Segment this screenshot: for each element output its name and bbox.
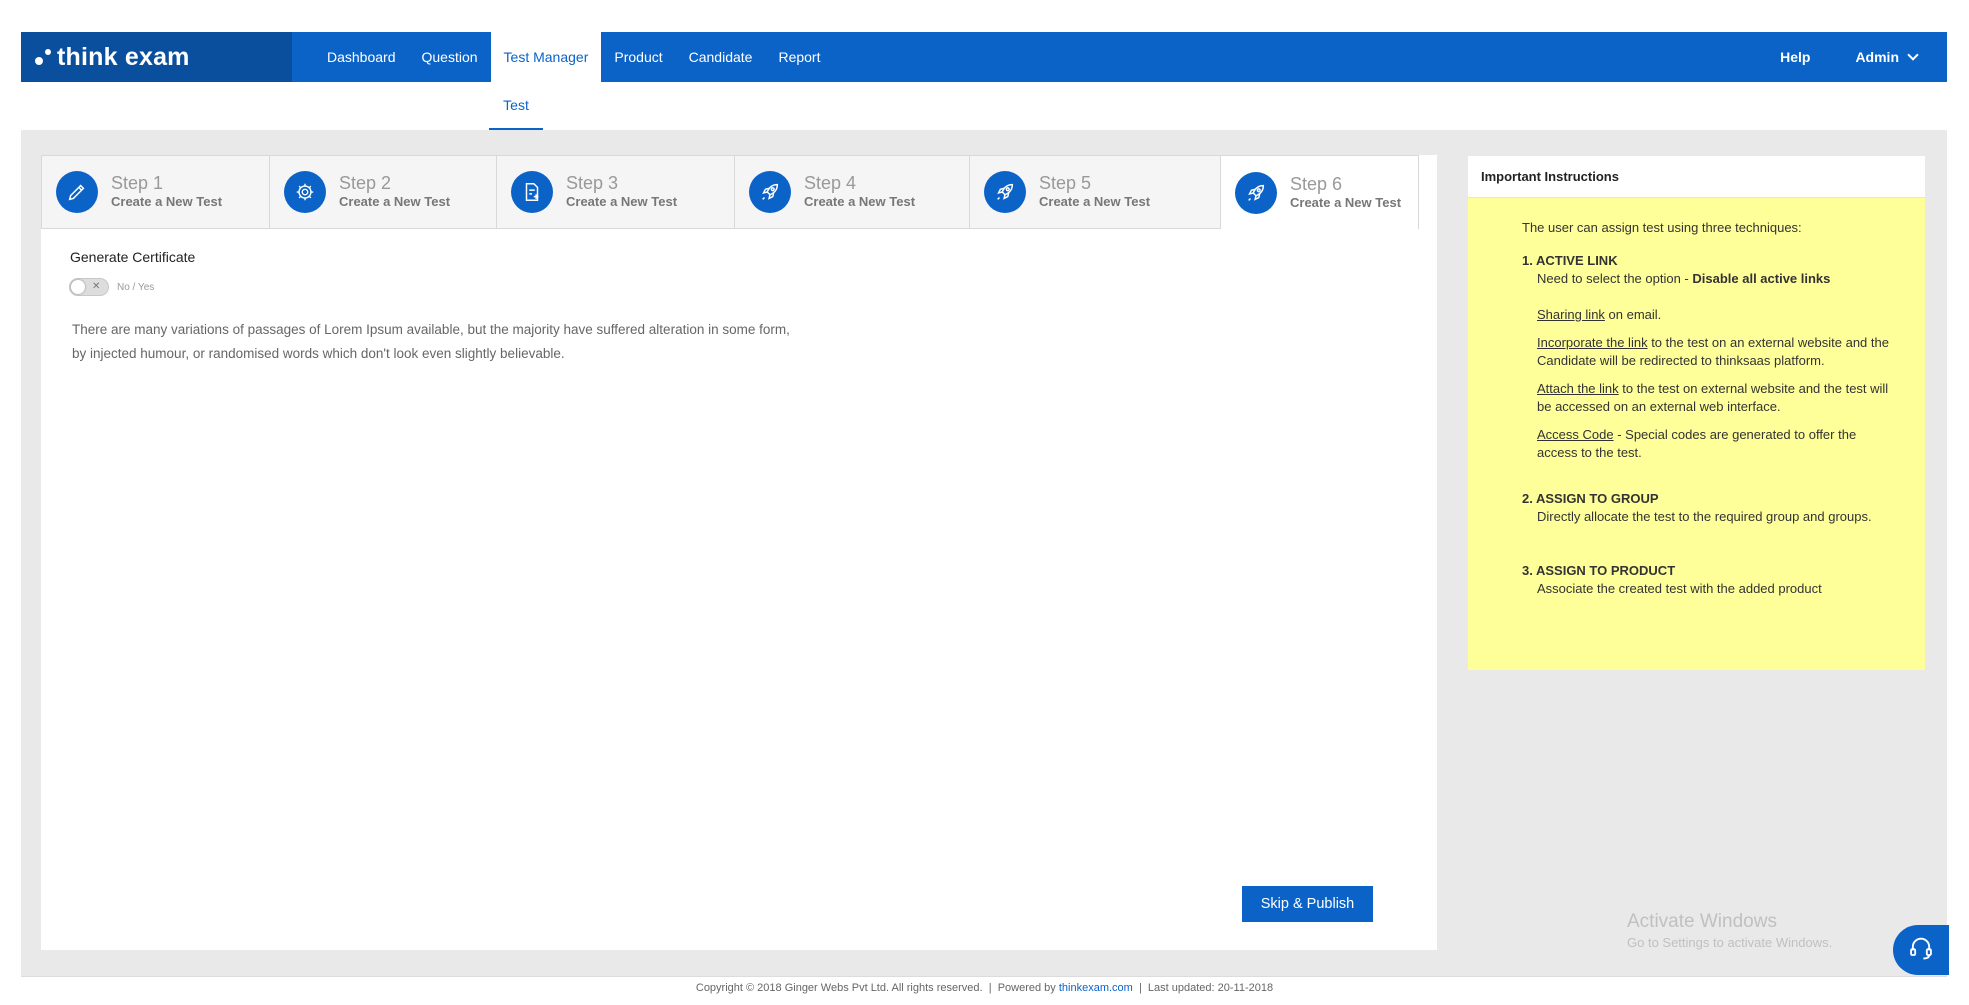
- incorporate-link[interactable]: Incorporate the link: [1537, 335, 1648, 350]
- wizard-step-2[interactable]: Step 2 Create a New Test: [270, 155, 497, 229]
- wizard-steps: Step 1 Create a New Test Step 2 Create a…: [41, 155, 1419, 229]
- active-link-option: Need to select the option - Disable all …: [1522, 270, 1892, 288]
- main-nav: Dashboard Question Test Manager Product …: [314, 32, 833, 82]
- brand-name: think exam: [57, 42, 190, 71]
- nav-right: Help Admin: [1780, 32, 1919, 82]
- instructions-intro: The user can assign test using three tec…: [1522, 220, 1802, 235]
- nav-item-report[interactable]: Report: [765, 32, 833, 82]
- step-subtitle: Create a New Test: [566, 194, 678, 209]
- watermark-title: Activate Windows: [1627, 911, 1777, 932]
- instructions-panel: Important Instructions The user can assi…: [1468, 156, 1925, 670]
- wizard-step-3[interactable]: Step 3 Create a New Test: [497, 155, 735, 229]
- step-subtitle: Create a New Test: [1039, 194, 1151, 209]
- section-active-link-title: 1. ACTIVE LINK: [1522, 253, 1618, 268]
- gear-icon: [284, 171, 326, 213]
- nav-item-product[interactable]: Product: [601, 32, 675, 82]
- section-assign-product-title: 3. ASSIGN TO PRODUCT: [1522, 563, 1676, 578]
- copyright: Copyright © 2018 Ginger Webs Pvt Ltd. Al…: [695, 982, 983, 994]
- footer-divider: [21, 976, 1947, 977]
- assign-product-text: Associate the created test with the adde…: [1537, 581, 1822, 596]
- footer-separator: |: [1132, 982, 1148, 994]
- sharing-text: on email.: [1604, 307, 1662, 322]
- nav-item-test-manager[interactable]: Test Manager: [490, 32, 602, 82]
- access-code-item: Access Code - Special codes are generate…: [1522, 426, 1892, 462]
- sharing-link-item: Sharing link on email.: [1522, 306, 1892, 324]
- subnav-tab-test[interactable]: Test: [489, 82, 543, 130]
- certificate-description: There are many variations of passages of…: [72, 318, 892, 366]
- close-icon: ✕: [92, 281, 101, 292]
- skip-publish-button[interactable]: Skip & Publish: [1242, 886, 1373, 922]
- attach-link[interactable]: Attach the link: [1537, 381, 1619, 396]
- rocket-icon: [749, 171, 791, 213]
- headset-icon: [1907, 934, 1935, 967]
- support-button[interactable]: [1893, 925, 1949, 975]
- nav-item-question[interactable]: Question: [409, 32, 491, 82]
- rocket-icon: [1235, 171, 1277, 214]
- brand-logo[interactable]: think exam: [21, 32, 292, 82]
- wizard-step-1[interactable]: Step 1 Create a New Test: [41, 155, 270, 229]
- wizard-step-5[interactable]: Step 5 Create a New Test: [970, 155, 1221, 229]
- step-subtitle: Create a New Test: [339, 194, 451, 209]
- rocket-icon: [984, 171, 1026, 213]
- section-assign-group-title: 2. ASSIGN TO GROUP: [1522, 491, 1659, 506]
- step-title: Step 6: [1290, 173, 1343, 194]
- toggle-label: No / Yes: [117, 281, 155, 293]
- nav-item-dashboard[interactable]: Dashboard: [314, 32, 409, 82]
- powered-by: Powered by: [997, 982, 1059, 994]
- nav-item-candidate[interactable]: Candidate: [676, 32, 766, 82]
- description-line: by injected humour, or randomised words …: [72, 346, 565, 361]
- step-title: Step 5: [1039, 173, 1092, 193]
- certificate-toggle[interactable]: ✕: [69, 278, 109, 296]
- footer: Copyright © 2018 Ginger Webs Pvt Ltd. Al…: [0, 982, 1969, 994]
- step-subtitle: Create a New Test: [111, 194, 223, 209]
- sharing-link[interactable]: Sharing link: [1537, 307, 1605, 322]
- watermark-subtitle: Go to Settings to activate Windows.: [1627, 935, 1833, 950]
- toggle-knob: [71, 280, 85, 294]
- instructions-body: The user can assign test using three tec…: [1522, 219, 1892, 598]
- step-subtitle: Create a New Test: [804, 194, 916, 209]
- generate-certificate-title: Generate Certificate: [70, 249, 196, 265]
- incorporate-link-item: Incorporate the link to the test on an e…: [1522, 334, 1892, 370]
- thinkexam-link[interactable]: thinkexam.com: [1059, 982, 1133, 994]
- option-prefix: Need to select the option -: [1537, 271, 1693, 286]
- user-name: Admin: [1855, 49, 1899, 65]
- step-title: Step 4: [804, 173, 857, 193]
- step-title: Step 1: [111, 173, 164, 193]
- access-code-link[interactable]: Access Code: [1537, 427, 1614, 442]
- wizard-step-4[interactable]: Step 4 Create a New Test: [735, 155, 970, 229]
- last-updated: Last updated: 20-11-2018: [1147, 982, 1274, 994]
- footer-separator: |: [982, 982, 998, 994]
- step-title: Step 3: [566, 173, 619, 193]
- description-line: There are many variations of passages of…: [72, 322, 790, 337]
- document-add-icon: [511, 171, 553, 213]
- assign-group-text: Directly allocate the test to the requir…: [1537, 509, 1872, 524]
- step-title: Step 2: [339, 173, 392, 193]
- wizard-step-6[interactable]: Step 6 Create a New Test: [1221, 155, 1419, 229]
- chevron-down-icon: [1907, 49, 1919, 61]
- top-navbar: think exam Dashboard Question Test Manag…: [21, 32, 1947, 82]
- pencil-icon: [56, 171, 98, 213]
- option-bold: Disable all active links: [1692, 271, 1831, 286]
- help-link[interactable]: Help: [1780, 49, 1810, 65]
- activate-windows-watermark: Activate Windows Go to Settings to activ…: [1627, 911, 1832, 950]
- user-menu[interactable]: Admin: [1855, 49, 1919, 65]
- instructions-heading: Important Instructions: [1468, 156, 1925, 198]
- certificate-toggle-row: ✕ No / Yes: [69, 278, 154, 296]
- dots-logo-icon: [35, 49, 53, 65]
- test-wizard-card: Step 1 Create a New Test Step 2 Create a…: [41, 155, 1437, 950]
- step-subtitle: Create a New Test: [1290, 194, 1402, 210]
- attach-link-item: Attach the link to the test on external …: [1522, 380, 1892, 416]
